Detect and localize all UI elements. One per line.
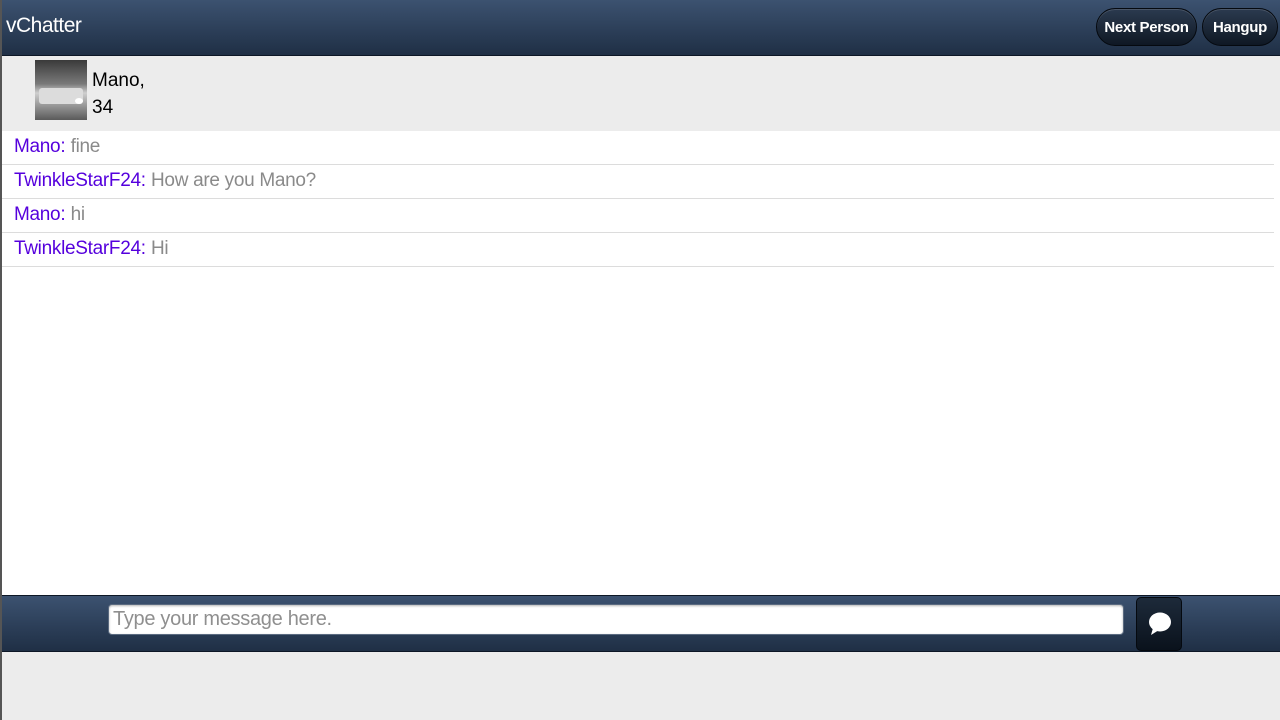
send-button[interactable] xyxy=(1136,597,1182,651)
partner-name: Mano, xyxy=(92,70,145,91)
app-title: vChatter xyxy=(6,14,82,37)
next-person-button[interactable]: Next Person xyxy=(1096,8,1197,46)
message-sender: TwinkleStarF24: xyxy=(14,238,146,259)
message-composer xyxy=(2,595,1280,652)
message-sender: Mano: xyxy=(14,204,66,225)
footer-area xyxy=(2,652,1280,720)
avatar xyxy=(35,60,87,120)
message-sender: Mano: xyxy=(14,136,66,157)
message-item: Mano: hi xyxy=(2,199,1274,233)
message-sender: TwinkleStarF24: xyxy=(14,170,146,191)
hangup-button[interactable]: Hangup xyxy=(1202,8,1278,46)
partner-profile: Mano, 34 xyxy=(2,56,1280,131)
message-text: Hi xyxy=(151,238,169,259)
partner-age: 34 xyxy=(92,97,114,118)
message-item: Mano: fine xyxy=(2,131,1274,165)
top-bar: vChatter Next Person Hangup xyxy=(2,0,1280,56)
message-item: TwinkleStarF24: How are you Mano? xyxy=(2,165,1274,199)
message-list[interactable]: Mano: fine TwinkleStarF24: How are you M… xyxy=(2,131,1280,595)
message-item: TwinkleStarF24: Hi xyxy=(2,233,1274,267)
message-input[interactable] xyxy=(108,604,1124,635)
message-text: hi xyxy=(70,204,86,225)
chat-bubble-icon xyxy=(1149,612,1171,635)
message-text: fine xyxy=(70,136,101,157)
message-text: How are you Mano? xyxy=(151,170,316,191)
chat-app: vChatter Next Person Hangup Mano, 34 Man… xyxy=(0,0,1280,720)
